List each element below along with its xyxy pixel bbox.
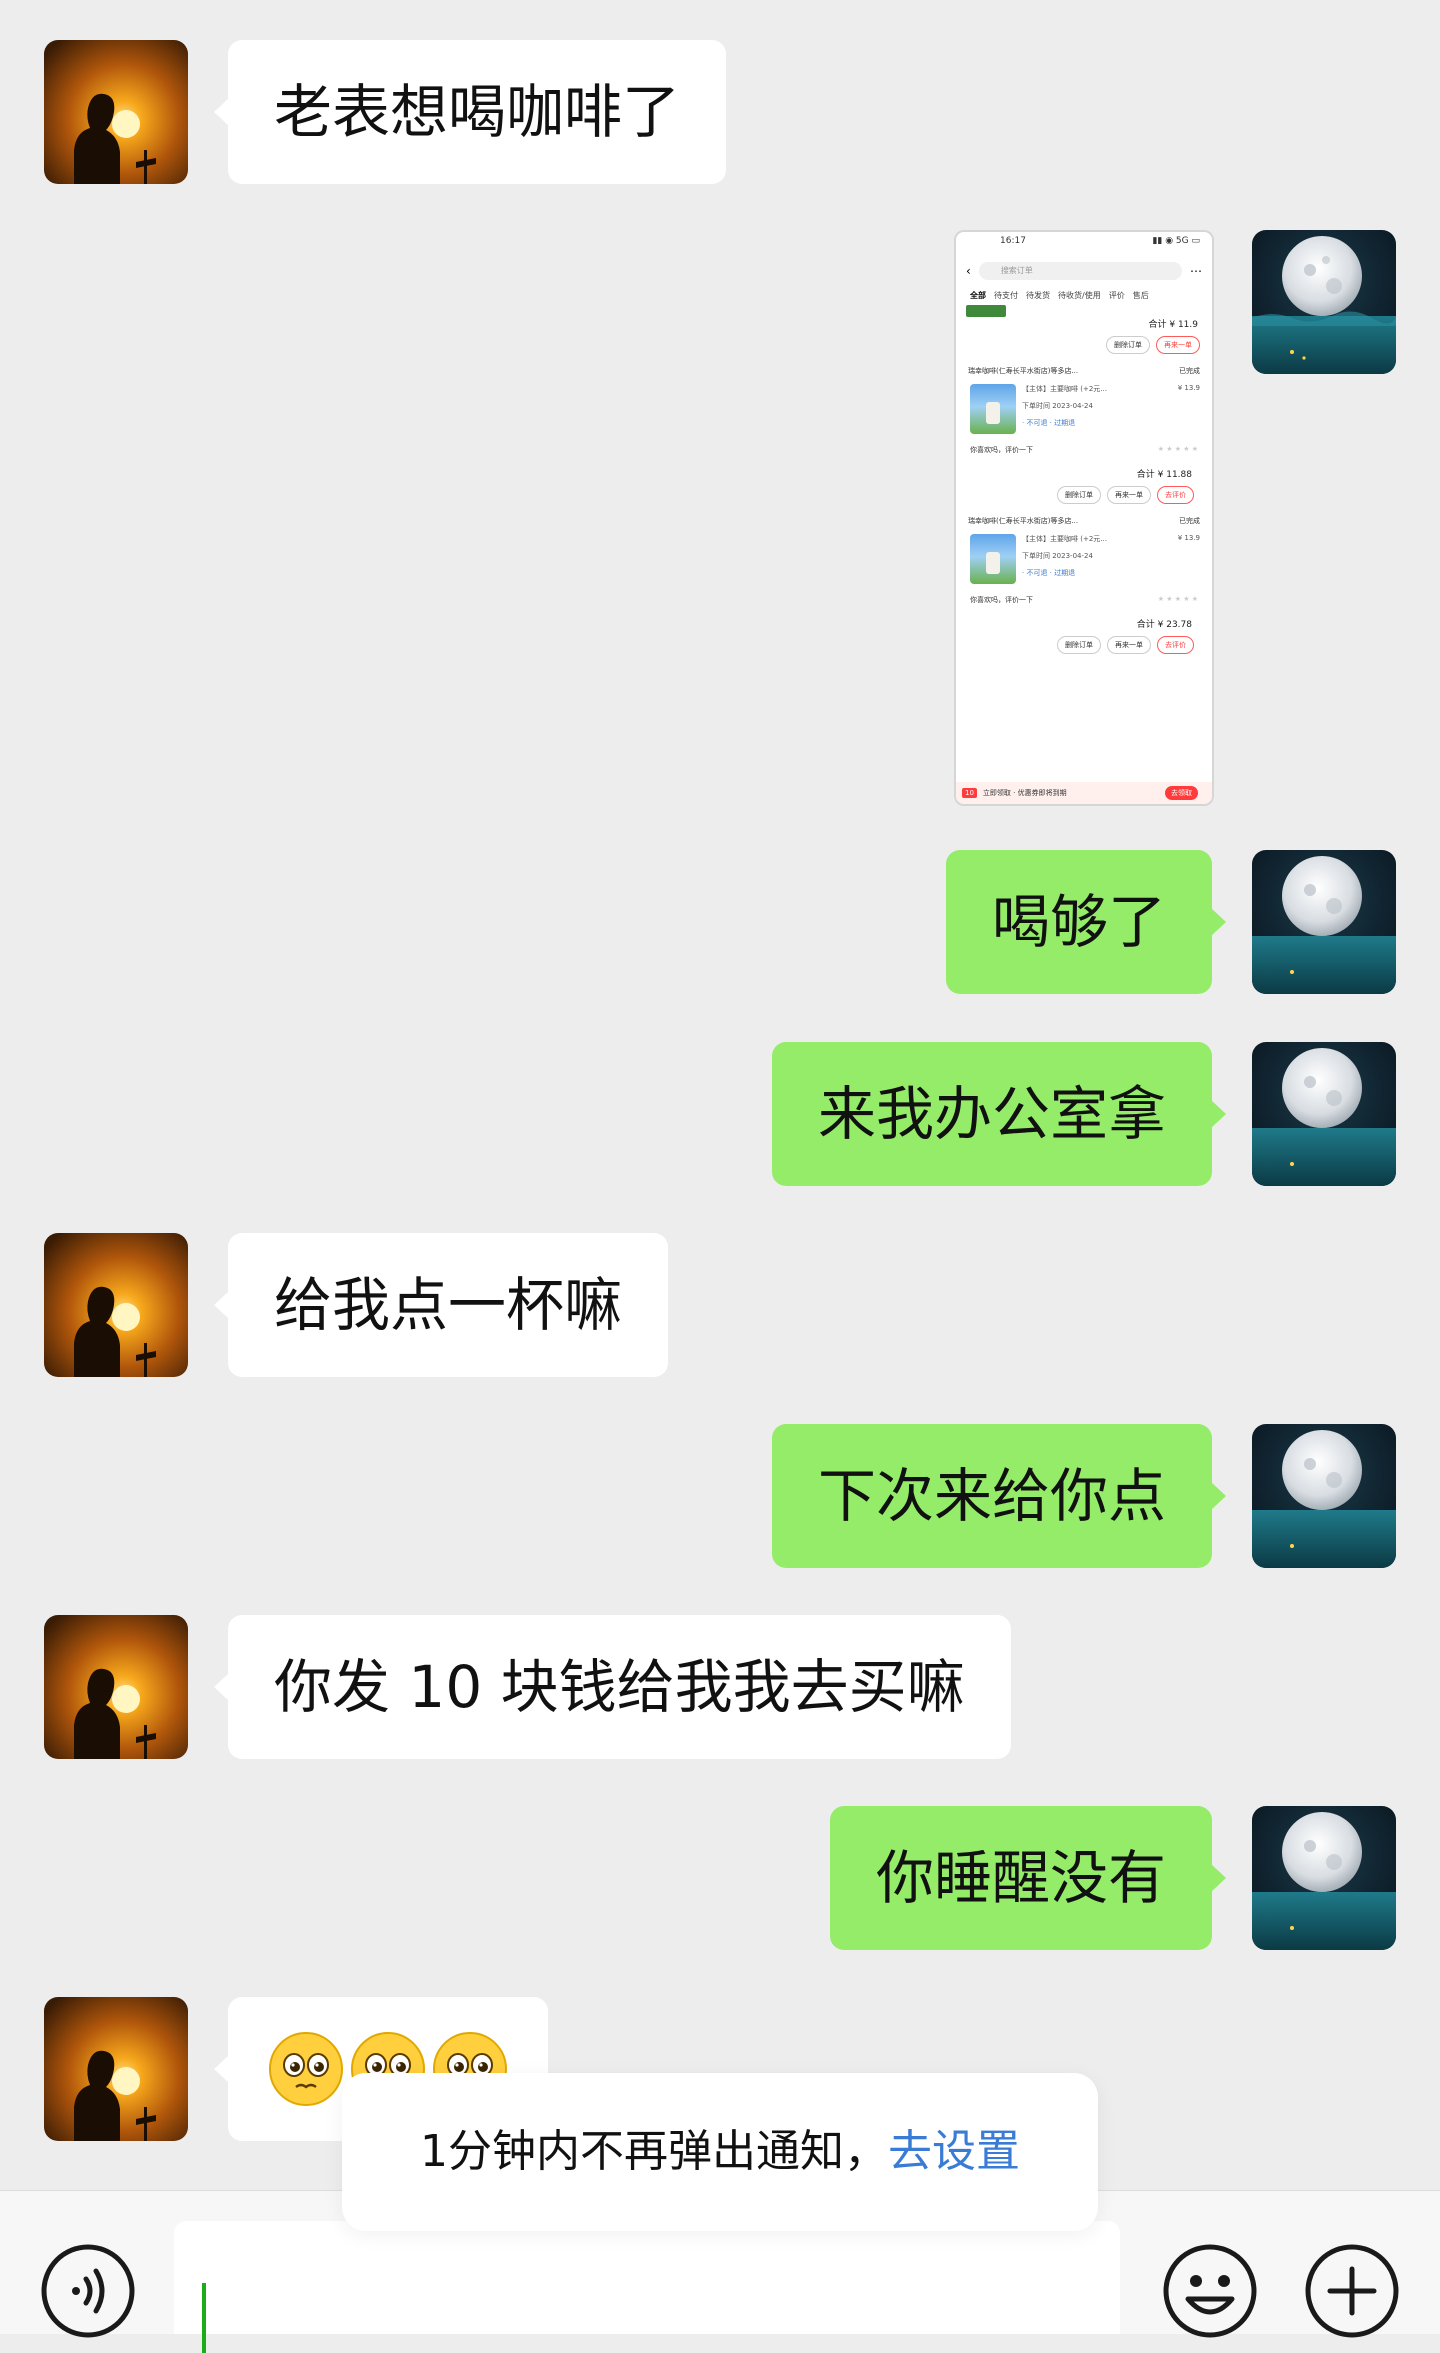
screenshot-order: 瑞幸咖啡(仁寿长平水街店)等多店... 已完成 【主体】主要咖啡 (+2元... ¥… bbox=[962, 516, 1206, 654]
screenshot-order-buttons: 删除订单 再来一单 bbox=[956, 336, 1212, 354]
screenshot-image-message[interactable]: 16:17 ▮▮ ◉ 5G ▭ ‹ 搜索订单 ⋯ 全部 待支付 待发货 待收货/使用 评价 售后… bbox=[954, 230, 1214, 806]
moon-icon bbox=[1252, 230, 1396, 374]
contact-avatar[interactable] bbox=[44, 1615, 188, 1759]
screenshot-tabs: 全部 待支付 待发货 待收货/使用 评价 售后 bbox=[970, 291, 1149, 300]
more-button[interactable] bbox=[1302, 2241, 1402, 2341]
sunset-silhouette-icon bbox=[44, 40, 188, 184]
message-row: 来我办公室拿 bbox=[0, 1042, 1440, 1186]
message-row: 你发 10 块钱给我我去买嘛 bbox=[0, 1615, 1440, 1759]
message-bubble-outgoing[interactable]: 你睡醒没有 bbox=[829, 1806, 1227, 1950]
self-avatar[interactable] bbox=[1252, 1806, 1396, 1950]
moon-icon bbox=[1252, 1806, 1396, 1950]
screenshot-thumb-partial bbox=[966, 305, 1006, 317]
sunset-silhouette-icon bbox=[44, 1615, 188, 1759]
message-row: 给我点一杯嘛 bbox=[0, 1233, 1440, 1377]
contact-avatar[interactable] bbox=[44, 1233, 188, 1377]
message-input[interactable] bbox=[174, 2221, 1120, 2353]
screenshot-search-bar: ‹ 搜索订单 ⋯ bbox=[966, 262, 1202, 280]
message-bubble-incoming[interactable]: 你发 10 块钱给我我去买嘛 bbox=[214, 1615, 1011, 1759]
text-cursor bbox=[202, 2283, 206, 2353]
screenshot-promo-bar: 10 立即领取 · 优惠券即将到期 去领取 bbox=[956, 782, 1212, 804]
toast-settings-link[interactable]: 去设置 bbox=[888, 2126, 1020, 2177]
contact-avatar[interactable] bbox=[44, 1997, 188, 2141]
message-row: 老表想喝咖啡了 bbox=[0, 40, 1440, 184]
pleading-face-icon bbox=[269, 2032, 343, 2106]
message-bubble-outgoing[interactable]: 喝够了 bbox=[945, 850, 1227, 994]
contact-avatar[interactable] bbox=[44, 40, 188, 184]
moon-icon bbox=[1252, 1042, 1396, 1186]
screenshot-product-thumb bbox=[970, 534, 1016, 584]
self-avatar[interactable] bbox=[1252, 850, 1396, 994]
message-row: 你睡醒没有 bbox=[0, 1806, 1440, 1950]
sunset-silhouette-icon bbox=[44, 1233, 188, 1377]
self-avatar[interactable] bbox=[1252, 1042, 1396, 1186]
screenshot-order: 瑞幸咖啡(仁寿长平水街店)等多店... 已完成 【主体】主要咖啡 (+2元... ¥… bbox=[962, 366, 1206, 504]
moon-icon bbox=[1252, 1424, 1396, 1568]
voice-button[interactable] bbox=[38, 2241, 138, 2341]
message-row: 喝够了 bbox=[0, 850, 1440, 994]
self-avatar[interactable] bbox=[1252, 1424, 1396, 1568]
moon-icon bbox=[1252, 850, 1396, 994]
screenshot-order-total: 合计 ¥ 11.9 bbox=[1148, 320, 1199, 330]
plus-icon bbox=[1305, 2244, 1399, 2338]
message-bubble-incoming[interactable]: 给我点一杯嘛 bbox=[213, 1233, 669, 1377]
self-avatar[interactable] bbox=[1252, 230, 1396, 374]
toast-text: 1分钟内不再弹出通知， bbox=[420, 2126, 888, 2177]
screenshot-product-thumb bbox=[970, 384, 1016, 434]
message-bubble-outgoing[interactable]: 来我办公室拿 bbox=[771, 1042, 1227, 1186]
voice-icon bbox=[41, 2244, 135, 2338]
emoji-icon bbox=[1163, 2244, 1257, 2338]
sunset-silhouette-icon bbox=[44, 1997, 188, 2141]
emoji-button[interactable] bbox=[1160, 2241, 1260, 2341]
message-bubble-outgoing[interactable]: 下次来给你点 bbox=[771, 1424, 1227, 1568]
message-row: 下次来给你点 bbox=[0, 1424, 1440, 1568]
message-bubble-incoming[interactable]: 老表想喝咖啡了 bbox=[213, 40, 727, 184]
notification-toast: 1分钟内不再弹出通知，去设置 bbox=[342, 2073, 1098, 2231]
screenshot-status-bar: 16:17 ▮▮ ◉ 5G ▭ bbox=[1000, 236, 1200, 246]
